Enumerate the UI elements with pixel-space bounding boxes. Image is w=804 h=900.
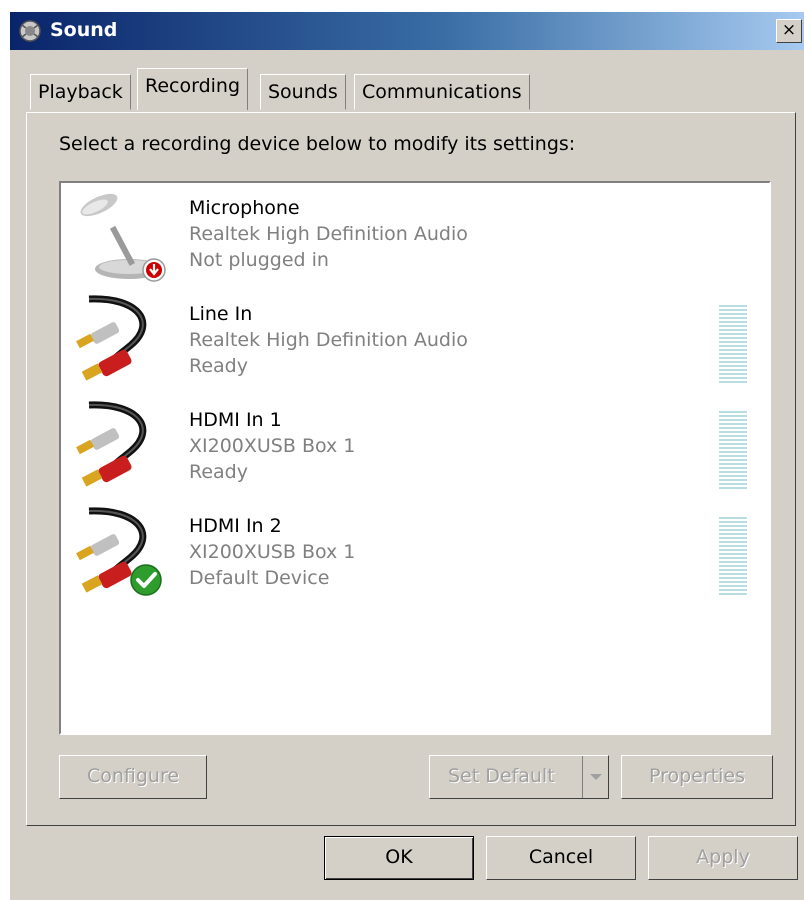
device-description: XI200XUSB Box 1 (189, 541, 356, 563)
properties-button[interactable]: Properties (621, 755, 773, 799)
device-status: Ready (189, 461, 248, 483)
device-item-microphone[interactable]: Microphone Realtek High Definition Audio… (61, 183, 761, 287)
device-item-hdmi-in-2[interactable]: HDMI In 2 XI200XUSB Box 1 Default Device (61, 501, 761, 605)
recording-panel: Select a recording device below to modif… (26, 112, 796, 826)
rca-cable-icon (76, 295, 147, 381)
speaker-app-icon (19, 20, 41, 42)
chevron-down-icon[interactable] (582, 756, 608, 798)
device-status: Default Device (189, 567, 330, 589)
tab-communications[interactable]: Communications (354, 74, 530, 110)
instruction-text: Select a recording device below to modif… (59, 133, 576, 155)
close-button[interactable]: × (776, 19, 802, 43)
sound-dialog: Sound × Playback Recording Sounds Commun… (10, 12, 804, 900)
tab-recording[interactable]: Recording (137, 68, 249, 110)
device-description: Realtek High Definition Audio (189, 223, 468, 245)
ok-button[interactable]: OK (324, 836, 474, 880)
device-status: Ready (189, 355, 248, 377)
level-meter (719, 305, 747, 383)
device-item-hdmi-in-1[interactable]: HDMI In 1 XI200XUSB Box 1 Ready (61, 395, 761, 499)
device-status: Not plugged in (189, 249, 329, 271)
device-name: Microphone (189, 197, 300, 219)
configure-button[interactable]: Configure (59, 755, 207, 799)
rca-cable-icon (76, 401, 147, 487)
device-item-line-in[interactable]: Line In Realtek High Definition Audio Re… (61, 289, 761, 393)
window-title: Sound (50, 19, 118, 41)
apply-button[interactable]: Apply (648, 836, 798, 880)
device-name: HDMI In 1 (189, 409, 282, 431)
cancel-button[interactable]: Cancel (486, 836, 636, 880)
set-default-button[interactable]: Set Default (429, 755, 609, 799)
unplugged-badge-icon (142, 258, 166, 282)
device-description: Realtek High Definition Audio (189, 329, 468, 351)
level-meter (719, 517, 747, 595)
device-name: HDMI In 2 (189, 515, 282, 537)
device-name: Line In (189, 303, 253, 325)
tab-playback[interactable]: Playback (30, 74, 131, 110)
device-description: XI200XUSB Box 1 (189, 435, 356, 457)
title-bar[interactable]: Sound × (10, 12, 804, 50)
level-meter (719, 411, 747, 489)
tab-sounds[interactable]: Sounds (260, 74, 346, 110)
default-check-icon (130, 564, 162, 596)
recording-device-list: Microphone Realtek High Definition Audio… (59, 181, 771, 735)
set-default-label: Set Default (448, 765, 555, 787)
